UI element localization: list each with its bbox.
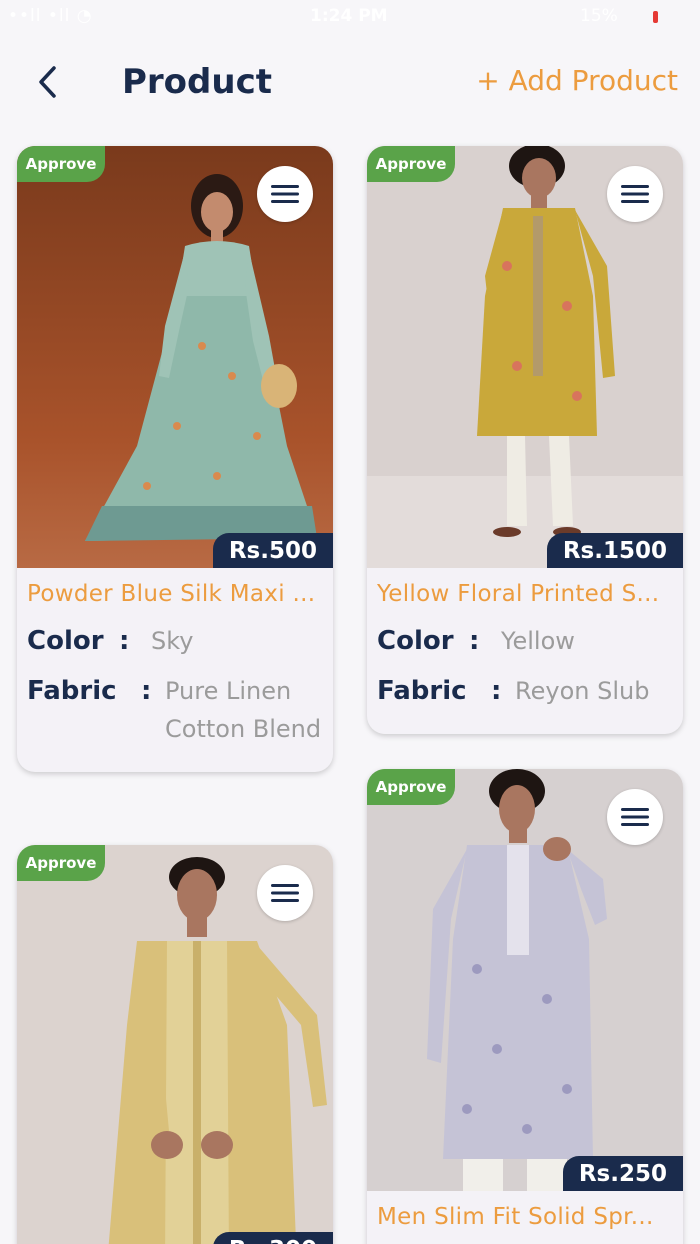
hamburger-menu-icon [271, 185, 299, 203]
fabric-value: Reyon Slub [515, 677, 650, 705]
price-tag: Rs.500 [212, 533, 333, 568]
fabric-label: Fabric [27, 676, 117, 706]
fabric-row: Fabric : Pure Linen Cotton Blend [27, 672, 323, 748]
separator: : [469, 626, 480, 656]
product-image[interactable]: Approve Rs.500 [17, 146, 333, 568]
approve-badge[interactable]: Approve [367, 146, 455, 182]
color-value: Yellow [501, 627, 575, 655]
product-card[interactable]: Approve Rs.250 Men Slim Fit Solid Spr... [367, 769, 683, 1244]
product-image[interactable]: Approve Rs.250 [367, 769, 683, 1191]
approve-badge[interactable]: Approve [17, 146, 105, 182]
separator: : [491, 676, 502, 706]
separator: : [119, 626, 130, 656]
color-label: Color [377, 626, 454, 656]
product-image[interactable]: Approve Rs.1500 [367, 146, 683, 568]
signal-indicator: ••ll •ll ◔ [8, 6, 93, 26]
card-menu-button[interactable] [607, 789, 663, 845]
price-tag: Rs.300 [212, 1232, 333, 1244]
color-row: Color : Yellow [377, 622, 673, 660]
approve-badge[interactable]: Approve [367, 769, 455, 805]
separator: : [141, 676, 152, 706]
hamburger-menu-icon [271, 884, 299, 902]
color-label: Color [27, 626, 104, 656]
card-menu-button[interactable] [257, 865, 313, 921]
color-value: Sky [151, 627, 194, 655]
battery-percent: 15% [580, 6, 618, 26]
product-name[interactable]: Powder Blue Silk Maxi ... [27, 578, 323, 610]
card-details: Yellow Floral Printed S... Color : Yello… [367, 568, 683, 734]
hamburger-menu-icon [621, 185, 649, 203]
battery-icon [653, 11, 658, 23]
fabric-value: Pure Linen Cotton Blend [165, 677, 322, 743]
product-image[interactable]: Approve Rs.300 [17, 845, 333, 1244]
product-list-screen: ••ll •ll ◔ 1:24 PM 15% Product + Add Pro… [0, 0, 700, 1244]
product-card[interactable]: Approve Rs.1500 Yellow Floral Printed S.… [367, 146, 683, 734]
price-tag: Rs.1500 [546, 533, 683, 568]
card-menu-button[interactable] [257, 166, 313, 222]
product-name[interactable]: Yellow Floral Printed S... [377, 578, 673, 610]
fabric-label: Fabric [377, 676, 467, 706]
product-card[interactable]: Approve Rs.500 Powder Blue Silk Maxi ...… [17, 146, 333, 772]
fabric-row: Fabric : Reyon Slub [377, 672, 673, 710]
app-header: Product + Add Product [0, 50, 700, 114]
card-details: Powder Blue Silk Maxi ... Color : Sky Fa… [17, 568, 333, 772]
page-title: Product [122, 62, 272, 102]
add-product-button[interactable]: + Add Product [476, 64, 678, 97]
hamburger-menu-icon [621, 808, 649, 826]
color-row: Color : Sky [27, 622, 323, 660]
status-time: 1:24 PM [310, 6, 388, 26]
product-card[interactable]: Approve Rs.300 [17, 845, 333, 1244]
product-name[interactable]: Men Slim Fit Solid Spr... [377, 1201, 673, 1233]
approve-badge[interactable]: Approve [17, 845, 105, 881]
status-bar: ••ll •ll ◔ 1:24 PM 15% [0, 0, 700, 36]
card-details: Men Slim Fit Solid Spr... [367, 1191, 683, 1244]
back-button[interactable] [26, 60, 70, 104]
card-menu-button[interactable] [607, 166, 663, 222]
chevron-left-icon [39, 66, 56, 98]
price-tag: Rs.250 [562, 1156, 683, 1191]
